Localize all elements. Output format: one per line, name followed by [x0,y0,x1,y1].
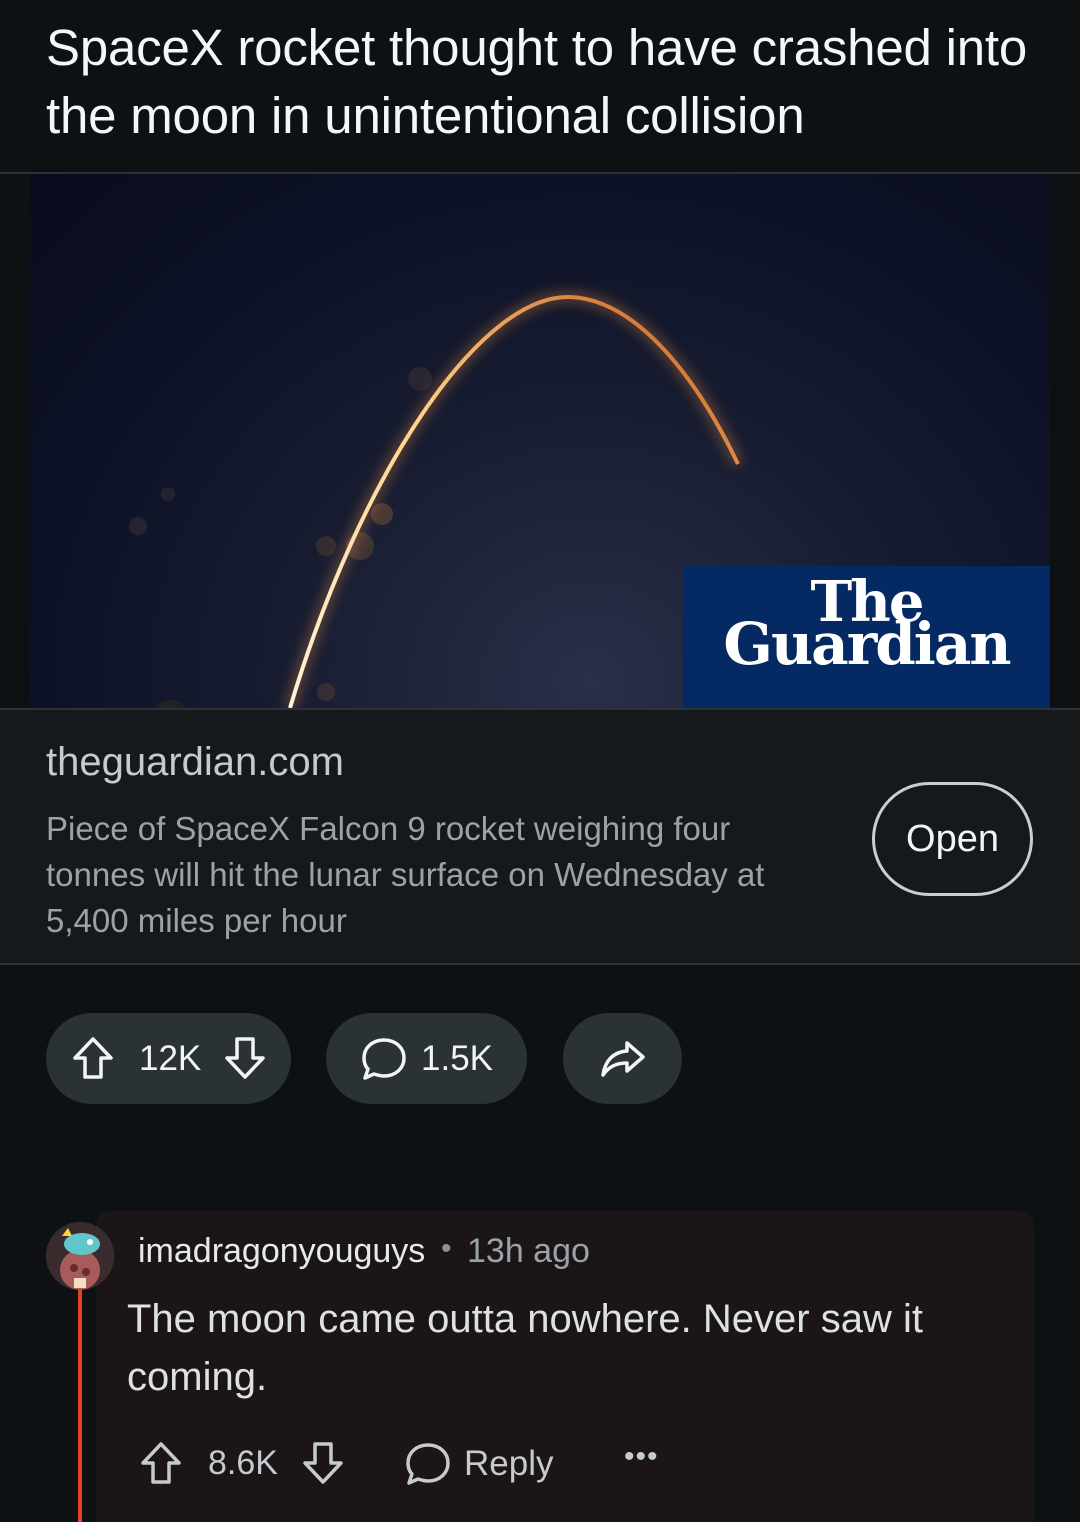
comment-vote-count: 8.6K [208,1444,278,1482]
comment-username[interactable]: imadragonyouguys [138,1232,425,1271]
more-options-button[interactable]: ••• [624,1440,659,1474]
speech-bubble-icon [360,1035,408,1083]
comment-count: 1.5K [421,1039,493,1078]
arrow-down-icon[interactable] [222,1035,268,1081]
share-button[interactable] [563,1013,682,1104]
speech-bubble-icon[interactable] [404,1440,452,1488]
avatar[interactable] [46,1222,114,1290]
arrow-down-icon[interactable] [300,1440,346,1486]
comment-timestamp: 13h ago [467,1232,590,1270]
link-preview-image[interactable]: The Guardian [30,174,1050,708]
link-domain[interactable]: theguardian.com [46,740,344,785]
guardian-logo: The Guardian [683,566,1050,708]
link-description: Piece of SpaceX Falcon 9 rocket weighing… [46,810,765,939]
arrow-up-icon[interactable] [70,1035,116,1081]
comments-button[interactable]: 1.5K [326,1013,527,1104]
vote-bar: 12K [46,1013,291,1104]
comment-actions: 8.6K Reply ••• [138,1434,698,1494]
link-card[interactable]: theguardian.com Piece of SpaceX Falcon 9… [0,708,1080,965]
comment-body: The moon came outta nowhere. Never saw i… [127,1297,923,1399]
upvote-count: 12K [139,1039,202,1078]
thread-line[interactable] [78,1290,82,1522]
meta-separator: • [441,1232,452,1265]
post-title: SpaceX rocket thought to have crashed in… [46,19,1028,144]
arrow-up-icon[interactable] [138,1440,184,1486]
open-link-button[interactable]: Open [872,782,1033,896]
reply-button[interactable]: Reply [464,1444,553,1484]
logo-line-2: Guardian [723,610,1011,678]
share-arrow-icon [599,1035,647,1083]
